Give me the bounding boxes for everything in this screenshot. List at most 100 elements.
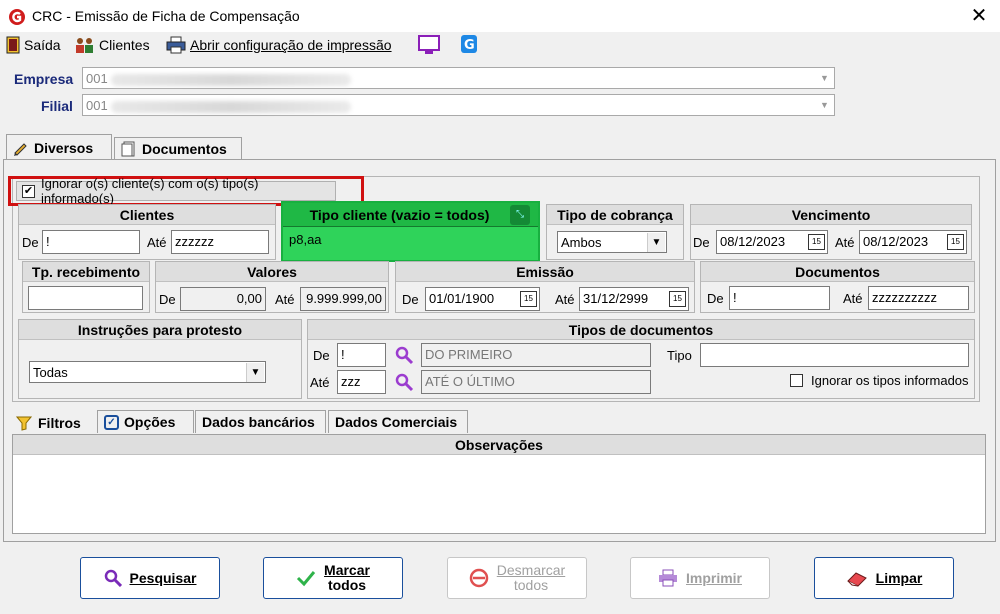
- marcar-line2: todos: [327, 577, 367, 593]
- tipo-cobranca-select[interactable]: Ambos ▼: [557, 231, 667, 253]
- menu-exit-label: Saída: [24, 37, 61, 53]
- empresa-combo[interactable]: 001 ▼: [82, 67, 835, 89]
- calendar-icon[interactable]: 15: [947, 234, 964, 250]
- tipos-tipo-input[interactable]: [700, 343, 969, 367]
- chevron-down-icon[interactable]: ▼: [647, 233, 665, 252]
- emissao-de-input[interactable]: 01/01/1900 15: [425, 287, 540, 311]
- svg-text:G: G: [464, 38, 475, 53]
- documentos-title: Documentos: [701, 262, 974, 282]
- monitor-icon[interactable]: [418, 35, 440, 55]
- search-icon[interactable]: [394, 372, 414, 392]
- search-icon[interactable]: [394, 345, 414, 365]
- tipos-de-desc: DO PRIMEIRO: [421, 343, 651, 367]
- emissao-ate-label: Até: [555, 292, 575, 307]
- eraser-icon: [846, 572, 867, 587]
- clientes-ate-label: Até: [147, 235, 167, 250]
- imprimir-label: Imprimir: [685, 570, 742, 586]
- tab-opcoes[interactable]: ✓ Opções: [97, 410, 194, 433]
- ignore-clients-checkbox-row[interactable]: ✔ Ignorar o(s) cliente(s) com o(s) tipo(…: [16, 176, 336, 206]
- printer-icon: [166, 36, 186, 54]
- tab-filtros[interactable]: Filtros: [16, 411, 81, 435]
- calendar-icon[interactable]: 15: [808, 234, 825, 250]
- tab-dados-comerciais[interactable]: Dados Comerciais: [328, 410, 468, 433]
- vencimento-de-input[interactable]: 08/12/2023 15: [716, 230, 828, 254]
- printer-icon: [658, 569, 677, 587]
- instrucoes-value: Todas: [33, 365, 68, 380]
- empresa-code: 001: [86, 71, 108, 86]
- vencimento-title: Vencimento: [691, 205, 971, 225]
- close-icon[interactable]: ✕: [966, 3, 992, 29]
- tipo-cliente-title: Tipo cliente (vazio = todos): [283, 203, 538, 227]
- menu-clients-label: Clientes: [99, 37, 150, 53]
- tipos-documentos-title: Tipos de documentos: [308, 320, 974, 340]
- menu-clients[interactable]: Clientes: [75, 34, 150, 56]
- vencimento-ate-label: Até: [835, 235, 855, 250]
- calendar-icon[interactable]: 15: [520, 291, 537, 307]
- documentos-ate-input[interactable]: zzzzzzzzzz: [868, 286, 969, 310]
- chevron-down-icon[interactable]: ▼: [816, 69, 833, 87]
- vencimento-de-label: De: [693, 235, 710, 250]
- pesquisar-label: Pesquisar: [129, 570, 197, 586]
- emissao-de-label: De: [402, 292, 419, 307]
- emissao-ate-value: 31/12/2999: [583, 291, 649, 306]
- tab-diversos[interactable]: Diversos: [6, 134, 112, 160]
- desmarcar-line2: todos: [513, 577, 549, 593]
- emissao-de-value: 01/01/1900: [429, 291, 495, 306]
- window-title: CRC - Emissão de Ficha de Compensação: [32, 8, 300, 24]
- pesquisar-button[interactable]: Pesquisar: [80, 557, 220, 599]
- calendar-icon[interactable]: 15: [669, 291, 686, 307]
- tipo-cobranca-title: Tipo de cobrança: [547, 205, 683, 225]
- tipos-ate-label: Até: [310, 375, 330, 390]
- tab-documentos-label: Documentos: [142, 141, 227, 157]
- tab-documentos[interactable]: Documentos: [114, 137, 242, 160]
- instrucoes-title: Instruções para protesto: [19, 320, 301, 340]
- app-g-icon[interactable]: G: [460, 34, 478, 54]
- expand-icon[interactable]: ⤡: [510, 205, 530, 225]
- filial-combo[interactable]: 001 ▼: [82, 94, 835, 116]
- prohibited-icon: [469, 568, 489, 588]
- marcar-todos-button[interactable]: Marcar todos: [263, 557, 403, 599]
- vencimento-ate-value: 08/12/2023: [863, 234, 929, 249]
- tab-dados-bancarios-label: Dados bancários: [202, 414, 315, 430]
- tipos-de-input[interactable]: !: [337, 343, 386, 367]
- valores-ate-input[interactable]: 9.999.999,00: [300, 287, 386, 311]
- tipo-cliente-input[interactable]: p8,aa: [286, 229, 534, 255]
- document-icon: [121, 141, 135, 157]
- documentos-de-input[interactable]: !: [729, 286, 830, 310]
- tipo-cliente-group: Tipo cliente (vazio = todos) p8,aa: [281, 201, 540, 262]
- menu-print-config[interactable]: Abrir configuração de impressão: [166, 34, 392, 56]
- users-icon: [76, 38, 93, 53]
- emissao-ate-input[interactable]: 31/12/2999 15: [579, 287, 689, 311]
- marcar-line1: Marcar: [324, 562, 370, 578]
- tab-dados-bancarios[interactable]: Dados bancários: [195, 410, 326, 433]
- limpar-button[interactable]: Limpar: [814, 557, 954, 599]
- observacoes-panel: Observações: [12, 434, 986, 534]
- marcar-todos-label: Marcar todos: [324, 563, 370, 593]
- tipos-ate-desc: ATÉ O ÚLTIMO: [421, 370, 651, 394]
- tipos-ate-input[interactable]: zzz: [337, 370, 386, 394]
- desmarcar-todos-label: Desmarcar todos: [497, 563, 565, 593]
- observacoes-textarea[interactable]: [13, 455, 985, 533]
- clientes-de-input[interactable]: !: [42, 230, 140, 254]
- tab-opcoes-label: Opções: [124, 414, 176, 430]
- chevron-down-icon[interactable]: ▼: [816, 96, 833, 114]
- tab-dados-comerciais-label: Dados Comerciais: [335, 414, 458, 430]
- exit-door-icon: [6, 36, 20, 54]
- limpar-label: Limpar: [875, 570, 923, 586]
- ignore-types-checkbox[interactable]: [790, 374, 803, 387]
- imprimir-button[interactable]: Imprimir: [630, 557, 770, 599]
- vencimento-ate-input[interactable]: 08/12/2023 15: [859, 230, 967, 254]
- instrucoes-select[interactable]: Todas ▼: [29, 361, 266, 383]
- ignore-types-checkbox-row[interactable]: Ignorar os tipos informados: [790, 373, 969, 388]
- menu-exit[interactable]: Saída: [6, 34, 61, 56]
- clientes-ate-input[interactable]: zzzzzz: [171, 230, 269, 254]
- valores-de-input[interactable]: 0,00: [180, 287, 266, 311]
- desmarcar-todos-button[interactable]: Desmarcar todos: [447, 557, 587, 599]
- valores-ate-label: Até: [275, 292, 295, 307]
- documentos-de-label: De: [707, 291, 724, 306]
- ignore-clients-checkbox[interactable]: ✔: [22, 184, 35, 198]
- filial-code: 001: [86, 98, 108, 113]
- chevron-down-icon[interactable]: ▼: [246, 363, 264, 382]
- tp-recebimento-input[interactable]: [28, 286, 143, 310]
- observacoes-title: Observações: [13, 435, 985, 455]
